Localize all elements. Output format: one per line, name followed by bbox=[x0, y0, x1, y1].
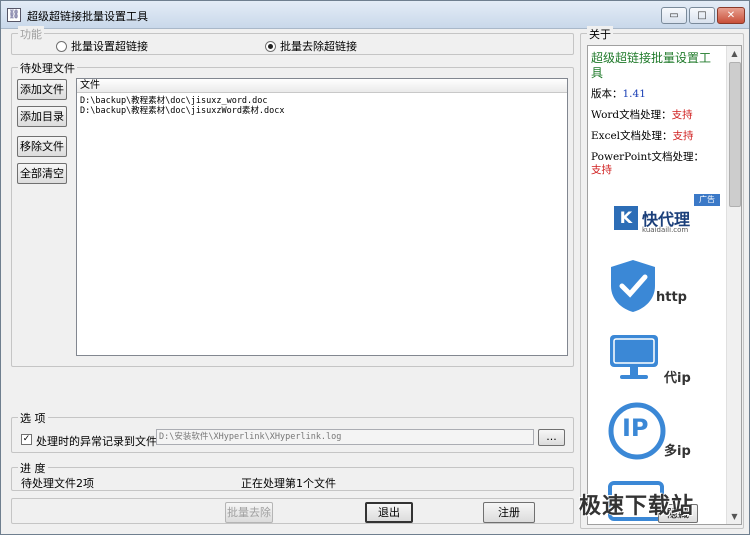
function-group: 功能 批量设置超链接 批量去除超链接 bbox=[11, 26, 574, 55]
maximize-button[interactable]: □ bbox=[689, 7, 715, 24]
window-title: 超级超链接批量设置工具 bbox=[27, 10, 148, 23]
word-label: Word文档处理： bbox=[591, 109, 672, 121]
ip-circle-text: IP bbox=[622, 414, 649, 442]
app-window: ⛓ 超级超链接批量设置工具 ▭ □ ✕ 功能 批量设置超链接 批量去除超链接 待… bbox=[0, 0, 750, 535]
word-support-line: Word文档处理：支持 bbox=[591, 107, 693, 122]
about-group-label: 关于 bbox=[587, 26, 613, 42]
minimize-button[interactable]: ▭ bbox=[661, 7, 687, 24]
word-support-value: 支持 bbox=[671, 109, 693, 121]
shield-check-icon bbox=[611, 260, 655, 312]
file-column-header[interactable]: 文件 bbox=[77, 79, 567, 93]
ad-badge: 广告 bbox=[694, 194, 720, 206]
files-group-label: 待处理文件 bbox=[18, 60, 77, 76]
ad-item-http[interactable]: http bbox=[608, 258, 687, 317]
radio-batch-remove-label: 批量去除超链接 bbox=[280, 40, 357, 53]
version-value: 1.41 bbox=[622, 88, 646, 100]
exit-button[interactable]: 退出 bbox=[365, 502, 413, 523]
site-watermark: 极速下载站 bbox=[579, 494, 695, 519]
ad-brand-url: kuaidaili.com bbox=[642, 226, 689, 234]
radio-batch-set-label: 批量设置超链接 bbox=[71, 40, 148, 53]
scrollbar-thumb[interactable] bbox=[729, 62, 741, 207]
radio-batch-remove[interactable]: 批量去除超链接 bbox=[265, 38, 357, 54]
add-directory-button[interactable]: 添加目录 bbox=[17, 106, 67, 127]
scroll-up-arrow-icon[interactable]: ▲ bbox=[727, 46, 741, 61]
log-path-field[interactable]: D:\安装软件\XHyperlink\XHyperlink.log bbox=[156, 429, 534, 445]
ad-item-proxy-ip[interactable]: 代ip bbox=[608, 333, 691, 386]
excel-support-line: Excel文档处理：支持 bbox=[591, 128, 694, 143]
excel-support-value: 支持 bbox=[672, 130, 694, 142]
app-icon: ⛓ bbox=[7, 8, 21, 22]
radio-batch-set[interactable]: 批量设置超链接 bbox=[56, 38, 148, 54]
ad-label-proxy-ip: 代ip bbox=[664, 371, 691, 386]
batch-remove-button[interactable]: 批量去除 bbox=[225, 502, 273, 523]
add-file-button[interactable]: 添加文件 bbox=[17, 79, 67, 100]
about-panel: 超级超链接批量设置工具 版本：1.41 Word文档处理：支持 Excel文档处… bbox=[587, 45, 742, 525]
ad-label-multi-ip: 多ip bbox=[664, 444, 691, 459]
close-button[interactable]: ✕ bbox=[717, 7, 745, 24]
about-scrollbar[interactable]: ▲ ▼ bbox=[726, 46, 741, 524]
clear-all-button[interactable]: 全部清空 bbox=[17, 163, 67, 184]
function-group-label: 功能 bbox=[18, 26, 44, 42]
monitor-icon bbox=[610, 335, 658, 379]
radio-batch-set-dot[interactable] bbox=[56, 40, 67, 52]
register-button[interactable]: 注册 bbox=[483, 502, 535, 523]
about-app-title: 超级超链接批量设置工具 bbox=[591, 51, 712, 80]
ad-item-multi-ip[interactable]: IP 多ip bbox=[608, 402, 691, 463]
ad-label-http: http bbox=[656, 290, 687, 305]
list-item[interactable]: D:\backup\教程素材\doc\jisuxzWord素材.docx bbox=[80, 104, 285, 116]
radio-batch-remove-dot[interactable] bbox=[265, 40, 276, 52]
pending-count-text: 待处理文件2项 bbox=[21, 477, 94, 490]
progress-group-label: 进 度 bbox=[18, 460, 48, 476]
file-list[interactable]: 文件 D:\backup\教程素材\doc\jisuxz_word.doc D:… bbox=[76, 78, 568, 356]
version-label: 版本： bbox=[591, 88, 623, 100]
version-line: 版本：1.41 bbox=[591, 86, 646, 101]
brand-logo-icon: K bbox=[614, 206, 638, 230]
browse-button[interactable]: ... bbox=[538, 429, 565, 446]
remove-file-button[interactable]: 移除文件 bbox=[17, 136, 67, 157]
excel-label: Excel文档处理： bbox=[591, 130, 673, 142]
options-group-label: 选 项 bbox=[18, 410, 48, 426]
log-checkbox-label: 处理时的异常记录到文件: bbox=[36, 435, 161, 448]
title-bar: ⛓ 超级超链接批量设置工具 ▭ □ ✕ bbox=[1, 1, 749, 29]
scroll-down-arrow-icon[interactable]: ▼ bbox=[727, 509, 741, 524]
log-checkbox[interactable]: ✓ bbox=[21, 434, 32, 445]
current-file-text: 正在处理第1个文件 bbox=[241, 477, 336, 490]
ppt-support-value: 支持 bbox=[591, 164, 612, 176]
